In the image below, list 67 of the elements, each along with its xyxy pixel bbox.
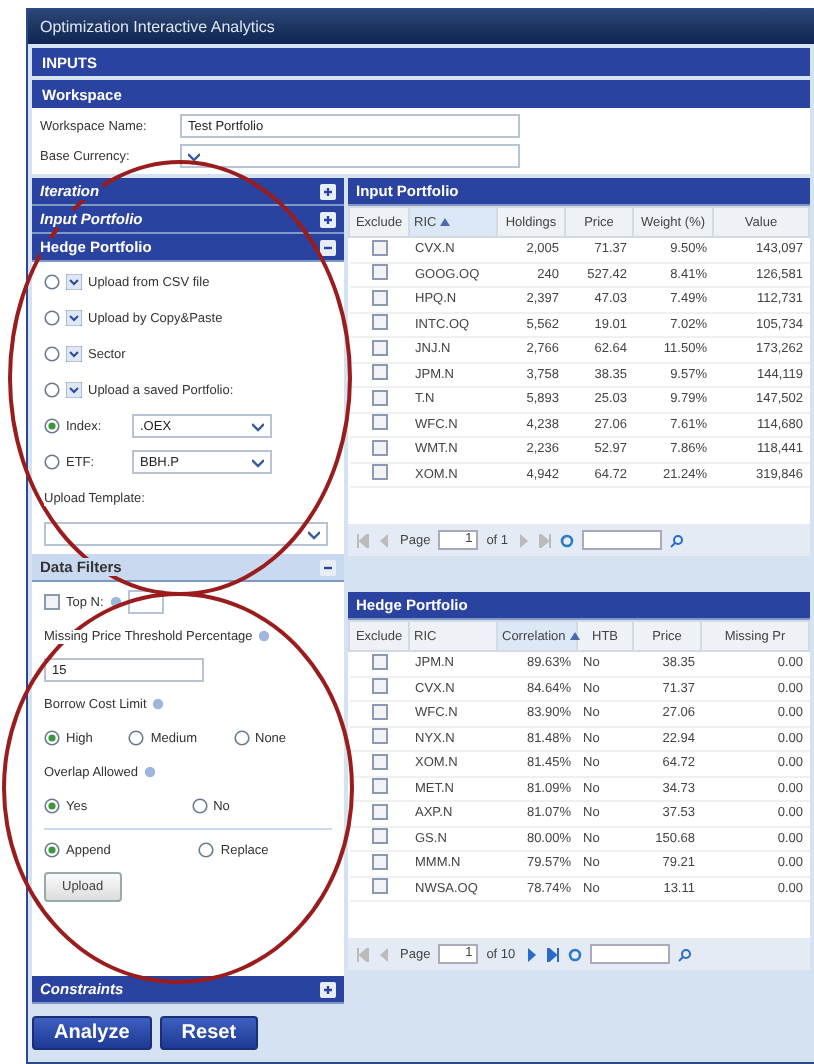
refresh-icon[interactable] [567, 947, 582, 961]
checkbox[interactable] [371, 239, 387, 256]
radio-button[interactable] [44, 310, 60, 326]
checkbox[interactable] [371, 878, 387, 895]
radio-button[interactable] [44, 454, 60, 470]
info-icon [143, 766, 156, 778]
radio-button[interactable] [233, 730, 249, 746]
dropdown[interactable] [180, 144, 520, 168]
checkbox[interactable] [371, 853, 387, 870]
checkbox[interactable] [371, 414, 387, 431]
radio-button[interactable] [44, 274, 60, 290]
radio-button[interactable] [44, 798, 60, 814]
radio-button[interactable] [44, 382, 60, 398]
checkbox[interactable] [371, 314, 387, 331]
window-title: Optimization Interactive Analytics [28, 10, 814, 44]
info-icon [258, 630, 271, 642]
checkbox[interactable] [44, 594, 60, 610]
caret-icon[interactable] [188, 151, 200, 161]
checkbox[interactable] [371, 464, 387, 481]
refresh-icon[interactable] [560, 533, 575, 547]
search-field[interactable] [582, 530, 663, 550]
checkbox[interactable] [371, 828, 387, 845]
analyze-button[interactable]: Analyze [32, 1016, 152, 1050]
checkbox[interactable] [371, 264, 387, 281]
radio-button[interactable] [44, 418, 60, 434]
caret-icon[interactable] [252, 457, 264, 467]
sort-icon [569, 631, 580, 639]
dropdown-icon[interactable] [66, 310, 82, 326]
sort-icon [440, 217, 451, 225]
radio-button[interactable] [44, 730, 60, 746]
radio-button[interactable] [44, 842, 60, 858]
checkbox[interactable] [371, 364, 387, 381]
next-page-icon[interactable] [523, 947, 538, 961]
collapse-icon[interactable] [320, 239, 336, 255]
radio-button[interactable] [128, 730, 145, 746]
info-icon [152, 698, 165, 710]
checkbox[interactable] [371, 778, 387, 795]
search-field[interactable] [589, 944, 670, 964]
caret-icon[interactable] [308, 529, 320, 539]
checkbox[interactable] [371, 439, 387, 456]
caret-icon[interactable] [252, 421, 264, 431]
dropdown-icon[interactable] [66, 274, 82, 290]
checkbox[interactable] [371, 703, 387, 720]
checkbox[interactable] [371, 653, 387, 670]
checkbox[interactable] [371, 289, 387, 306]
last-page-icon[interactable] [545, 947, 560, 961]
checkbox[interactable] [371, 728, 387, 745]
info-icon [109, 596, 122, 608]
radio-button[interactable] [44, 346, 60, 362]
search-icon[interactable] [670, 533, 685, 547]
reset-button[interactable]: Reset [159, 1016, 259, 1050]
checkbox[interactable] [371, 389, 387, 406]
dropdown-icon[interactable] [66, 346, 82, 362]
checkbox[interactable] [371, 339, 387, 356]
radio-button[interactable] [198, 842, 215, 858]
expand-icon[interactable] [320, 211, 336, 227]
checkbox[interactable] [371, 803, 387, 820]
checkbox[interactable] [371, 678, 387, 695]
dropdown-icon[interactable] [66, 382, 82, 398]
radio-button[interactable] [191, 798, 208, 814]
input-field[interactable] [127, 590, 164, 614]
search-icon[interactable] [677, 947, 692, 961]
expand-icon[interactable] [320, 183, 336, 199]
expand-icon[interactable] [320, 981, 336, 997]
collapse-icon[interactable] [320, 559, 336, 575]
dropdown[interactable] [44, 522, 328, 546]
checkbox[interactable] [371, 753, 387, 770]
